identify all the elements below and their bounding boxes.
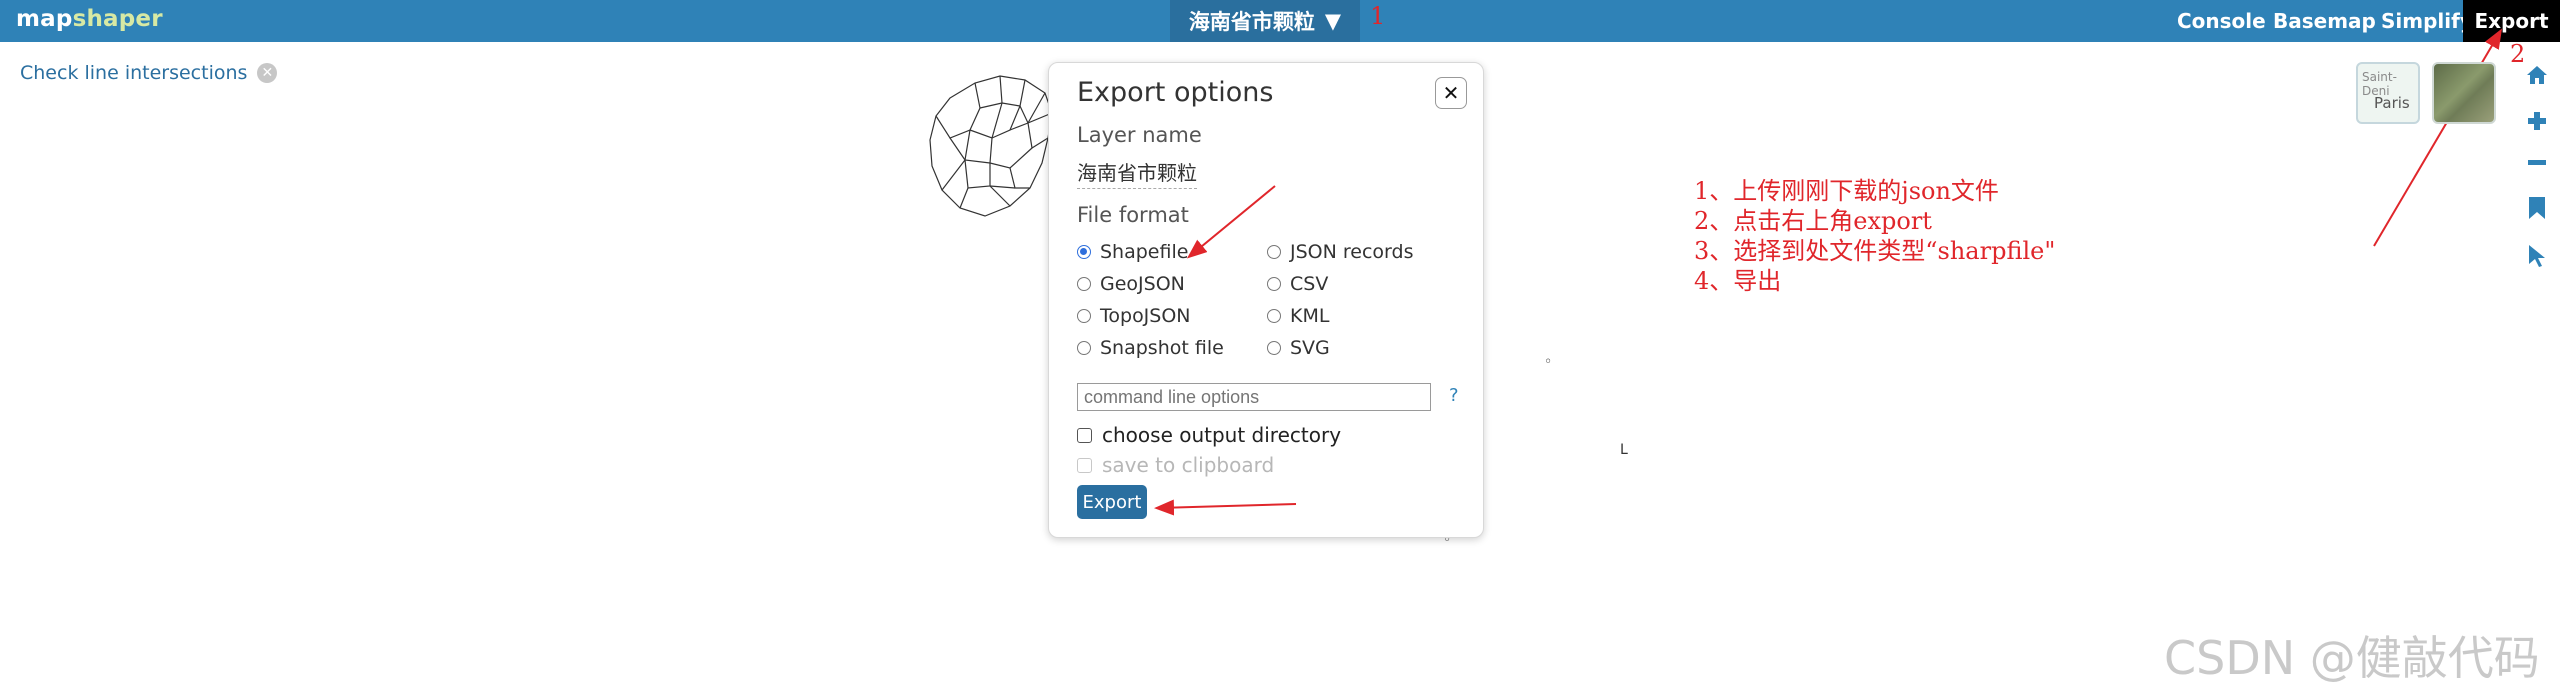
instruction-step-2: 2、点击右上角export	[1694, 207, 1932, 235]
arrow-to-shapefile	[1186, 185, 1276, 259]
instruction-step-1: 1、上传刚刚下载的json文件	[1694, 177, 1999, 205]
basemap-satellite-thumbnail[interactable]	[2432, 62, 2496, 124]
basemap-street-thumbnail[interactable]: Saint-Deni Paris	[2356, 62, 2420, 124]
zoom-out-icon[interactable]	[2526, 152, 2548, 174]
arrow-to-export-button	[1154, 499, 1297, 516]
annotation-arrows	[1154, 28, 2503, 516]
instructions-annotation: 1、上传刚刚下载的json文件 2、点击右上角export 3、选择到处文件类型…	[1694, 176, 2055, 296]
instruction-step-4: 4、导出	[1694, 267, 1782, 295]
pointer-icon[interactable]	[2526, 244, 2548, 268]
bookmark-icon[interactable]	[2526, 196, 2548, 220]
zoom-in-icon[interactable]	[2526, 110, 2548, 132]
home-icon[interactable]	[2526, 64, 2548, 86]
instruction-step-3: 3、选择到处文件类型“sharpfile"	[1694, 237, 2056, 265]
csdn-watermark: CSDN @健敲代码	[2164, 631, 2540, 685]
